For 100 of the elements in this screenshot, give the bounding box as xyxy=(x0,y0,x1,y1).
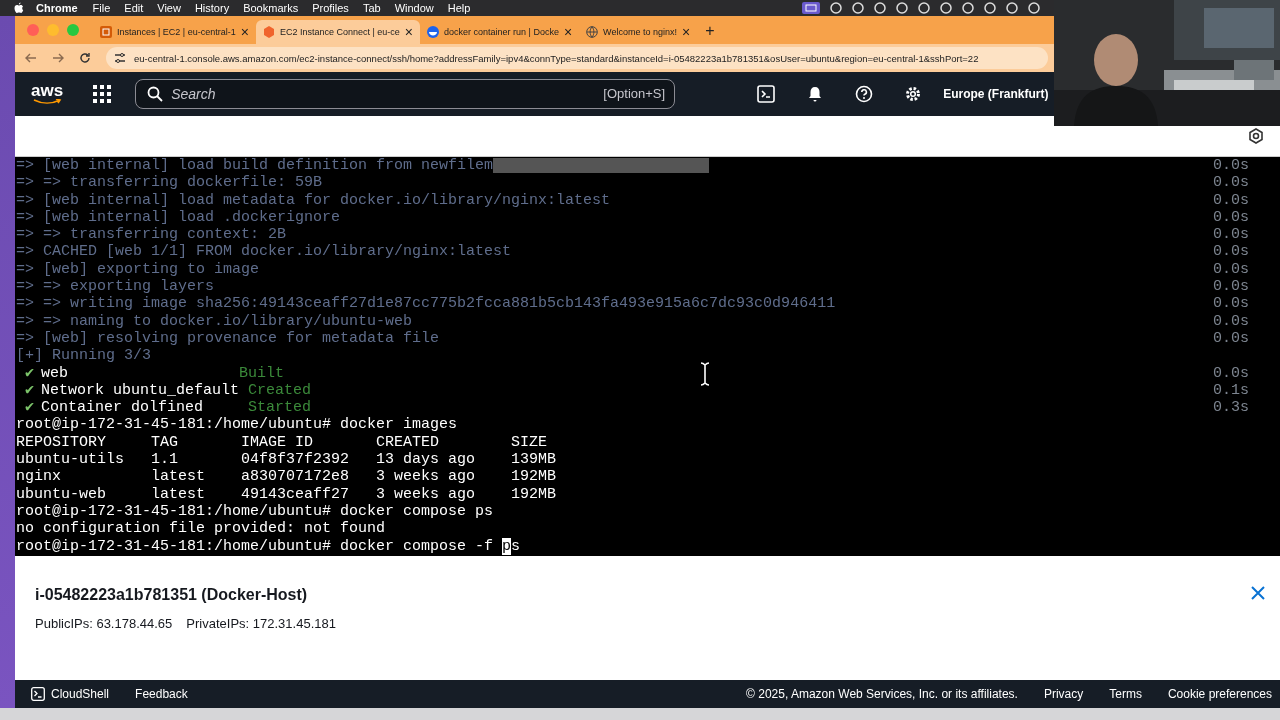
site-settings-icon[interactable] xyxy=(114,52,126,64)
status-icon[interactable] xyxy=(1006,2,1018,14)
shortcut-hint: [Option+S] xyxy=(603,86,666,101)
duration-text: 0.0s xyxy=(1213,278,1250,296)
terminal-line: root@ip-172-31-45-181:/home/ubuntu# docker compose ps xyxy=(16,502,494,521)
hexagon-icon[interactable] xyxy=(1248,128,1264,144)
status-icon[interactable] xyxy=(984,2,996,14)
duration-text: 0.0s xyxy=(1213,329,1250,348)
footer-link[interactable]: Terms xyxy=(1109,687,1142,701)
terminal-line: web xyxy=(41,364,70,382)
region-selector[interactable]: Europe (Frankfurt) xyxy=(943,87,1049,101)
copyright-text: © 2025, Amazon Web Services, Inc. or its affiliates. xyxy=(746,687,1018,701)
status-icon[interactable] xyxy=(874,2,886,14)
screen-share-icon[interactable] xyxy=(802,2,820,14)
terminal-line: REPOSITORY TAG IMAGE ID CREATED SIZE xyxy=(16,433,548,452)
menu-item[interactable]: Window xyxy=(394,2,434,14)
terminal-line: root@ip-172-31-45-181:/home/ubuntu# docker images xyxy=(16,416,458,434)
status-text: Built xyxy=(239,364,285,382)
browser-tab[interactable]: Welcome to nginx! × xyxy=(579,20,698,44)
reload-icon[interactable] xyxy=(79,52,91,64)
terminal-line: nginx latest a830707172e8 3 weeks ago 192MB xyxy=(16,468,557,486)
status-icon[interactable] xyxy=(830,2,842,14)
cloudshell-button[interactable]: CloudShell xyxy=(31,687,110,701)
instance-title: i-05482223a1b781351 (Docker-Host) xyxy=(35,586,309,604)
close-icon[interactable] xyxy=(1251,586,1265,600)
duration-text: 0.0s xyxy=(1213,243,1250,261)
terminal-line: => [web internal] load .dockerignore xyxy=(16,208,341,227)
terminal-text: s xyxy=(511,537,521,555)
status-icon[interactable] xyxy=(1028,2,1040,14)
terminal-line: => CACHED [web 1/1] FROM docker.io/library/nginx:latest xyxy=(16,243,512,261)
menu-item[interactable]: Edit xyxy=(124,2,144,14)
grid-menu-icon[interactable] xyxy=(93,85,112,103)
url-text: eu-central-1.console.aws.amazon.com/ec2-instance-connect/ssh/home?addressFamily=ipv4&connType=standard&instanceId=i-05482223a1b781351&osUser=ubuntu&region=eu-central-1&sshPort=22 xyxy=(134,52,979,64)
duration-text: 0.0s xyxy=(1213,191,1250,209)
terminal-icon xyxy=(31,687,45,701)
tab-title: docker container run | Docke xyxy=(444,27,559,37)
menu-item[interactable]: File xyxy=(92,2,111,14)
globe-icon xyxy=(586,26,599,38)
terminal-line: Network ubuntu_default xyxy=(41,381,241,400)
aws-logo[interactable]: aws xyxy=(31,83,64,105)
smile-arrow-icon xyxy=(32,99,63,105)
duration-text: 0.0s xyxy=(1213,364,1250,382)
terminal-line: => => transferring context: 2B xyxy=(16,226,287,244)
browser-tab[interactable]: EC2 Instance Connect | eu-ce × xyxy=(255,20,420,44)
duration-text: 0.1s xyxy=(1213,381,1250,400)
feedback-link[interactable]: Feedback xyxy=(135,687,188,701)
terminal-line: => [web] exporting to image xyxy=(16,260,260,279)
duration-text: 0.0s xyxy=(1213,260,1250,279)
duration-text: 0.0s xyxy=(1213,208,1250,227)
status-icon[interactable] xyxy=(918,2,930,14)
terminal-line: => [web] resolving provenance for metadata file xyxy=(16,329,440,348)
status-icon[interactable] xyxy=(962,2,974,14)
tab-title: EC2 Instance Connect | eu-ce xyxy=(279,27,400,37)
close-icon[interactable]: × xyxy=(404,24,413,40)
terminal-line: ubuntu-web latest 49143ceaff27 3 weeks ago 192MB xyxy=(16,485,557,503)
terminal-icon[interactable] xyxy=(757,85,776,103)
duration-text: 0.0s xyxy=(1213,226,1250,244)
browser-tab[interactable]: docker container run | Docke × xyxy=(420,20,580,44)
tab-title: Welcome to nginx! xyxy=(603,27,677,37)
duration-text: 0.0s xyxy=(1213,157,1250,175)
back-icon[interactable] xyxy=(25,52,37,64)
close-icon[interactable]: × xyxy=(240,24,249,40)
forward-icon[interactable] xyxy=(52,52,64,64)
terminal-line: => => exporting layers xyxy=(16,278,215,296)
whale-icon xyxy=(427,26,439,38)
help-icon[interactable] xyxy=(855,85,874,103)
footer-link[interactable]: Cookie preferences xyxy=(1167,687,1272,701)
close-icon[interactable]: × xyxy=(682,24,691,40)
menu-item[interactable]: Profiles xyxy=(312,2,349,14)
status-icon[interactable] xyxy=(896,2,908,14)
menu-item[interactable]: Help xyxy=(447,2,471,14)
terminal-line: root@ip-172-31-45-181:/home/ubuntu# docker compose -f xyxy=(16,537,495,555)
terminal-line: ubuntu-utils 1.1 04f8f37f2392 13 days ago 139MB xyxy=(16,451,557,469)
terminal-line: => => transferring dockerfile: 59B xyxy=(16,174,323,192)
duration-text: 0.3s xyxy=(1213,399,1250,417)
status-icon[interactable] xyxy=(852,2,864,14)
menu-item[interactable]: Chrome xyxy=(36,2,78,14)
settings-icon[interactable] xyxy=(904,85,923,103)
terminal-line: => [web internal] load metadata for docker.io/library/nginx:latest xyxy=(16,191,611,209)
cube-icon xyxy=(262,26,275,38)
menu-item[interactable]: History xyxy=(194,2,230,14)
browser-tab[interactable]: Instances | EC2 | eu-central-1 × xyxy=(93,20,256,44)
check-mark: ✔ xyxy=(25,364,35,382)
menu-item[interactable]: View xyxy=(157,2,181,14)
chip-icon xyxy=(100,26,112,38)
terminal[interactable] xyxy=(15,157,1280,556)
search-icon xyxy=(147,86,164,102)
terminal-line: => => writing image sha256:49143ceaff27d1e87cc775b2fcca881b5cb143fa493e915a6c7dc93c0d946411 xyxy=(16,295,836,313)
menu-item[interactable]: Tab xyxy=(362,2,381,14)
footer-link[interactable]: Privacy xyxy=(1043,687,1084,701)
check-mark: ✔ xyxy=(25,381,35,400)
menu-item[interactable]: Bookmarks xyxy=(243,2,299,14)
status-icon[interactable] xyxy=(940,2,952,14)
new-tab-button[interactable]: + xyxy=(697,22,723,44)
text-cursor: p xyxy=(502,537,512,555)
terminal-line: Container dolfined xyxy=(41,399,205,417)
address-field[interactable]: eu-central-1.console.aws.amazon.com/ec2-instance-connect/ssh/home?addressFamily=ipv4&connType=standard&instanceId=i-05482223a1b781351&osUser=ubuntu&region=eu-central-1&sshPort=22 xyxy=(106,47,1048,69)
apple-icon[interactable] xyxy=(14,2,24,14)
close-icon[interactable]: × xyxy=(563,24,573,40)
status-text: Created xyxy=(248,381,312,400)
